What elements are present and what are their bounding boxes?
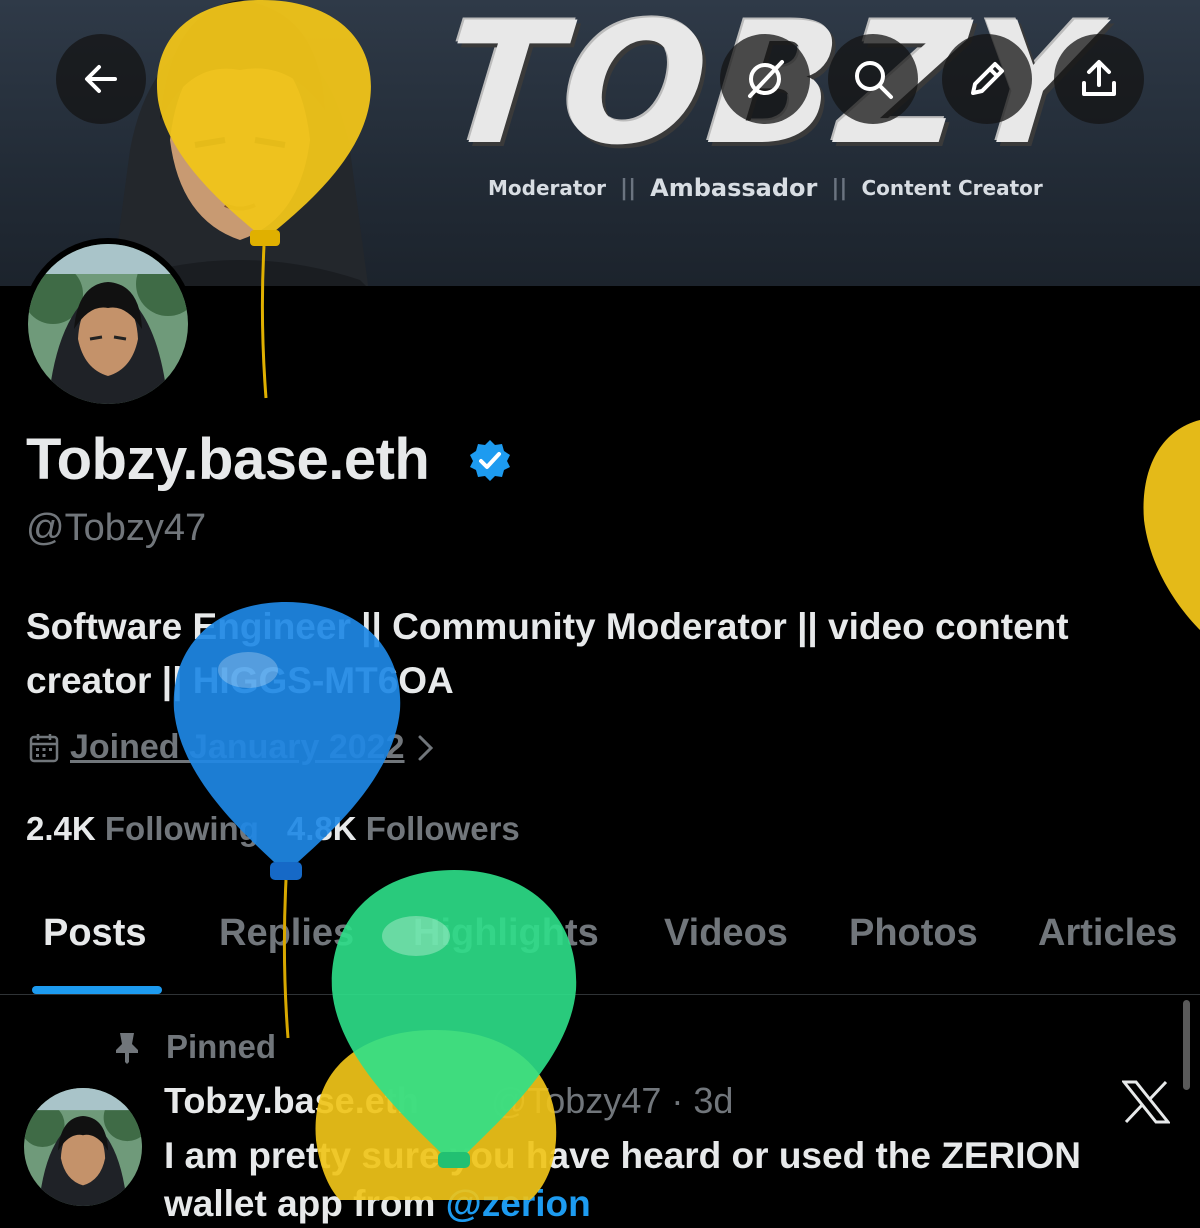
active-tab-indicator	[32, 986, 162, 994]
back-button[interactable]	[56, 34, 146, 124]
share-icon	[1082, 60, 1116, 96]
banner-tag: Ambassador	[650, 174, 818, 202]
pinned-indicator: Pinned	[110, 1028, 276, 1066]
followers-count: 4.8K	[286, 810, 357, 847]
profile-bio: Software Engineer || Community Moderator…	[26, 600, 1186, 708]
banner-role-tags: Moderator || Ambassador || Content Creat…	[488, 174, 1043, 202]
post-author-avatar[interactable]	[24, 1088, 142, 1206]
scrollbar[interactable]	[1183, 1000, 1190, 1090]
profile-avatar[interactable]	[22, 238, 194, 410]
tab-videos[interactable]: Videos	[664, 912, 788, 955]
verified-badge-icon[interactable]	[468, 438, 512, 482]
arrow-left-icon	[85, 65, 117, 93]
divider: ||	[831, 175, 848, 201]
x-logo-icon	[1122, 1080, 1170, 1124]
tab-photos[interactable]: Photos	[849, 912, 978, 955]
post-separator: ·	[671, 1080, 684, 1121]
tab-highlights[interactable]: Highlights	[413, 912, 599, 955]
avatar-image	[28, 244, 188, 404]
followers-link[interactable]: 4.8K Followers	[287, 810, 520, 848]
post-time[interactable]: 3d	[693, 1080, 733, 1121]
divider: ||	[620, 175, 637, 201]
bio-line: creator || HIGGS-MT6OA	[26, 660, 454, 701]
post-text-line: I am pretty sure you have heard or used …	[164, 1135, 1082, 1176]
bio-line: Software Engineer || Community Moderator…	[26, 606, 1069, 647]
pinned-label: Pinned	[166, 1028, 277, 1065]
following-link[interactable]: 2.4K Following	[26, 810, 259, 848]
profile-banner[interactable]: TOBZY Moderator || Ambassador || Content…	[0, 0, 1200, 286]
grok-icon	[748, 60, 784, 98]
tab-posts[interactable]: Posts	[43, 912, 146, 955]
joined-label[interactable]: Joined January 2022	[70, 728, 405, 767]
avatar-image	[24, 1088, 142, 1206]
banner-tag: Moderator	[488, 176, 607, 200]
following-count: 2.4K	[26, 810, 96, 847]
joined-date[interactable]: Joined January 2022	[28, 728, 437, 767]
profile-display-name: Tobzy.base.eth	[26, 427, 430, 492]
post-author-handle[interactable]: @Tobzy47	[491, 1080, 662, 1121]
grok-button[interactable]	[720, 34, 810, 124]
profile-handle: @Tobzy47	[26, 507, 207, 549]
edit-button[interactable]	[942, 34, 1032, 124]
tab-replies[interactable]: Replies	[219, 912, 354, 955]
pencil-icon	[971, 62, 1004, 95]
post-text: I am pretty sure you have heard or used …	[164, 1132, 1184, 1228]
post-author-name[interactable]: Tobzy.base.eth	[164, 1080, 419, 1121]
search-button[interactable]	[828, 34, 918, 124]
search-icon	[855, 61, 893, 99]
calendar-icon	[29, 733, 59, 762]
following-label: Following	[104, 810, 259, 847]
chevron-right-icon	[418, 735, 433, 760]
post-text-segment: wallet app from	[164, 1183, 446, 1224]
follow-stats: 2.4K Following 4.8K Followers	[26, 810, 520, 848]
profile-tabs: Posts Replies Highlights Videos Photos A…	[0, 900, 1200, 995]
post-header: Tobzy.base.eth @Tobzy47 · 3d	[164, 1080, 733, 1122]
followers-label: Followers	[365, 810, 520, 847]
share-button[interactable]	[1054, 34, 1144, 124]
banner-tag: Content Creator	[861, 176, 1043, 200]
pin-icon	[116, 1033, 138, 1064]
post-text-line: wallet app from @zerion	[164, 1180, 1184, 1228]
tab-articles[interactable]: Articles	[1038, 912, 1177, 955]
mention-link[interactable]: @zerion	[446, 1183, 591, 1224]
